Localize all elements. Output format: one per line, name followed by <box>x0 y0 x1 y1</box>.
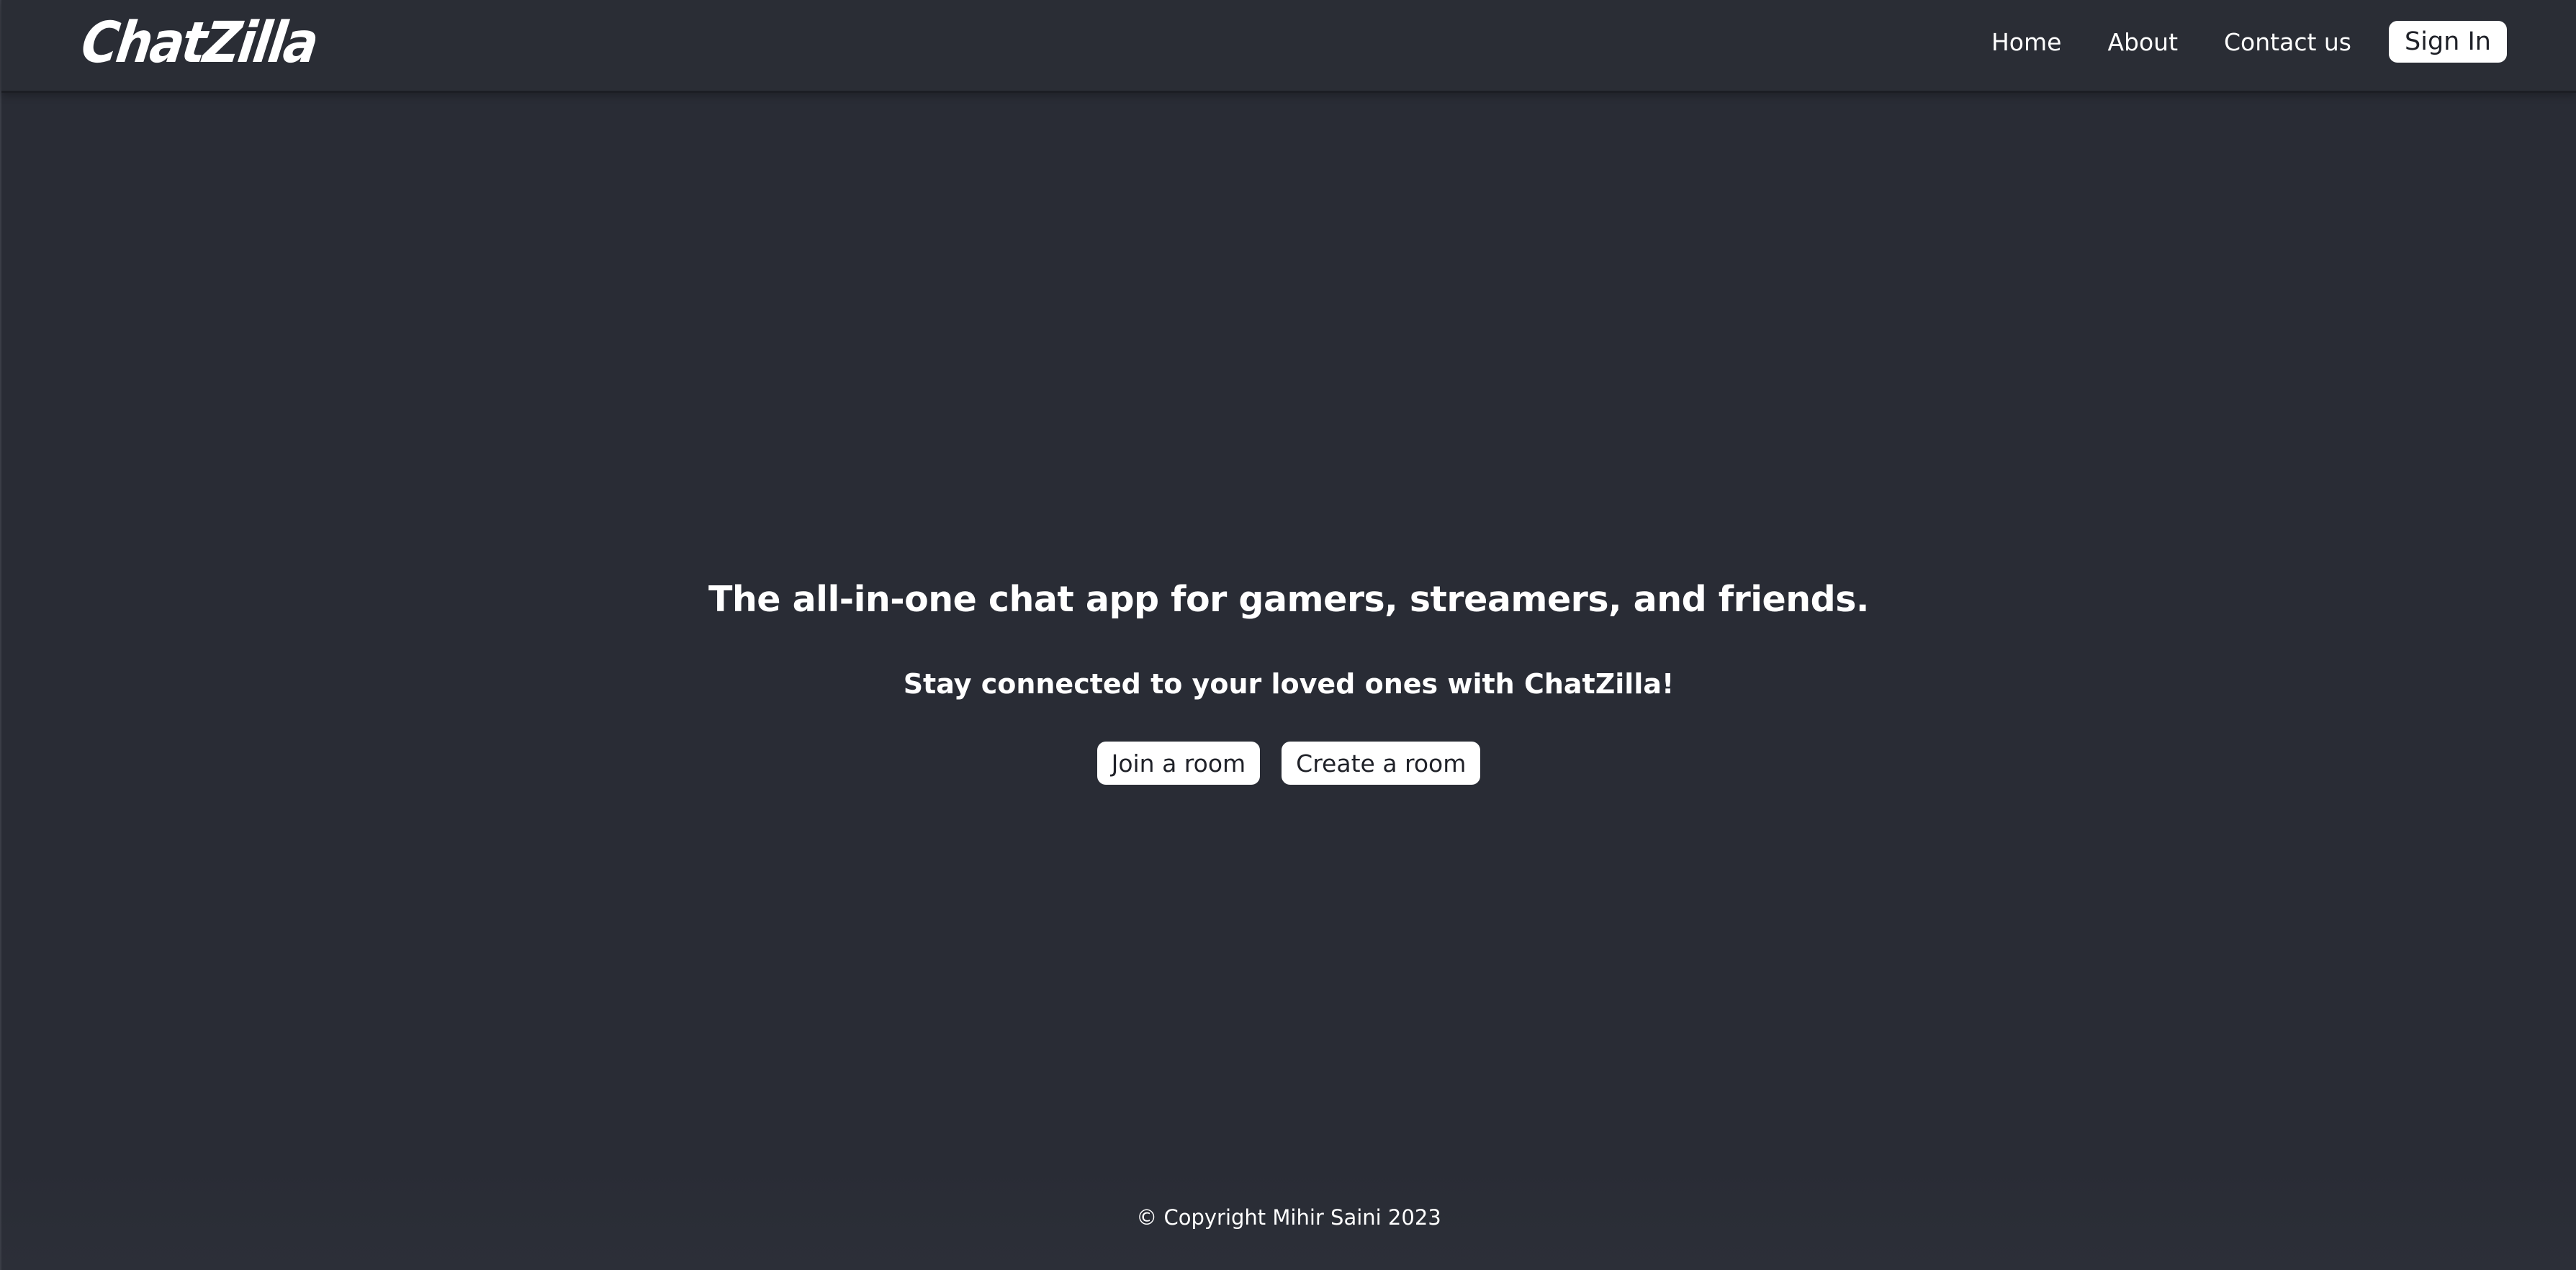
nav-link-home[interactable]: Home <box>1991 28 2061 56</box>
hero-title: The all-in-one chat app for gamers, stre… <box>708 579 1870 620</box>
sign-in-button[interactable]: Sign In <box>2389 21 2507 63</box>
footer-copyright: © Copyright Mihir Saini 2023 <box>1136 1205 1441 1230</box>
join-room-button[interactable]: Join a room <box>1096 742 1261 785</box>
hero-subtitle: Stay connected to your loved ones with C… <box>903 668 1675 700</box>
navbar: ChatZilla Home About Contact us Sign In <box>1 0 2576 93</box>
nav-links: Home About Contact us Sign In <box>1945 20 2507 63</box>
nav-link-about[interactable]: About <box>2107 28 2178 56</box>
chatzilla-logo[interactable]: ChatZilla <box>77 6 321 79</box>
create-room-button[interactable]: Create a room <box>1282 742 1481 785</box>
nav-link-contact[interactable]: Contact us <box>2224 28 2351 56</box>
hero-actions: Join a room Create a room <box>1 742 2576 785</box>
